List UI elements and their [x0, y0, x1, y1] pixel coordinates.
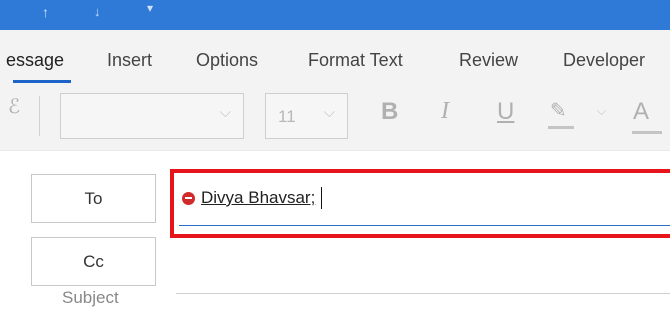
- italic-button[interactable]: I: [441, 98, 449, 125]
- undo-arrow-icon[interactable]: ↑: [42, 4, 49, 20]
- tab-insert[interactable]: Insert: [107, 50, 152, 71]
- bold-button[interactable]: B: [381, 98, 398, 126]
- font-size-combobox[interactable]: 11 ⌵: [265, 93, 348, 139]
- subject-label: Subject: [62, 288, 119, 307]
- ribbon-separator: [39, 96, 40, 136]
- highlighter-icon: ✎: [550, 98, 567, 122]
- redo-arrow-icon[interactable]: ↓: [94, 4, 101, 20]
- chevron-down-icon[interactable]: ⌵: [220, 104, 231, 121]
- tab-options[interactable]: Options: [196, 50, 258, 71]
- recipient-name[interactable]: Divya Bhavsar;: [201, 188, 315, 208]
- to-field-underline: [179, 225, 670, 226]
- tab-developer[interactable]: Developer: [563, 50, 645, 71]
- font-size-value: 11: [278, 107, 296, 126]
- font-color-bar: [632, 131, 662, 134]
- to-field-highlight[interactable]: Divya Bhavsar;: [170, 169, 670, 238]
- chevron-down-icon[interactable]: ⌵: [324, 104, 335, 121]
- ribbon-toolbar: ℰ ⌵ 11 ⌵ B I U ✎ ⌵ A: [0, 88, 670, 151]
- error-icon: [182, 191, 195, 205]
- highlight-button[interactable]: ✎: [548, 98, 576, 132]
- to-button[interactable]: To: [31, 174, 156, 223]
- text-cursor: [321, 187, 323, 209]
- tab-review[interactable]: Review: [459, 50, 518, 71]
- font-name-combobox[interactable]: ⌵: [60, 93, 244, 139]
- compose-header: To Cc Subject Divya Bhavsar;: [0, 150, 670, 330]
- tab-message[interactable]: essage: [6, 50, 64, 71]
- customize-quick-access-icon[interactable]: ▾: [147, 0, 153, 16]
- cc-button[interactable]: Cc: [31, 237, 156, 286]
- font-color-button[interactable]: A: [633, 98, 649, 126]
- recipient-chip[interactable]: Divya Bhavsar;: [182, 187, 323, 209]
- tab-format-text[interactable]: Format Text: [308, 50, 403, 71]
- cc-field[interactable]: [176, 293, 670, 294]
- underline-button[interactable]: U: [497, 98, 514, 126]
- title-bar: ↑ ↓ ▾: [0, 0, 670, 30]
- ribbon-tabs: essage Insert Options Format Text Review…: [0, 30, 670, 88]
- highlight-color-bar: [548, 126, 574, 129]
- highlight-dropdown-icon[interactable]: ⌵: [597, 104, 606, 119]
- format-painter-icon[interactable]: ℰ: [8, 94, 20, 119]
- active-tab-indicator: [13, 80, 71, 83]
